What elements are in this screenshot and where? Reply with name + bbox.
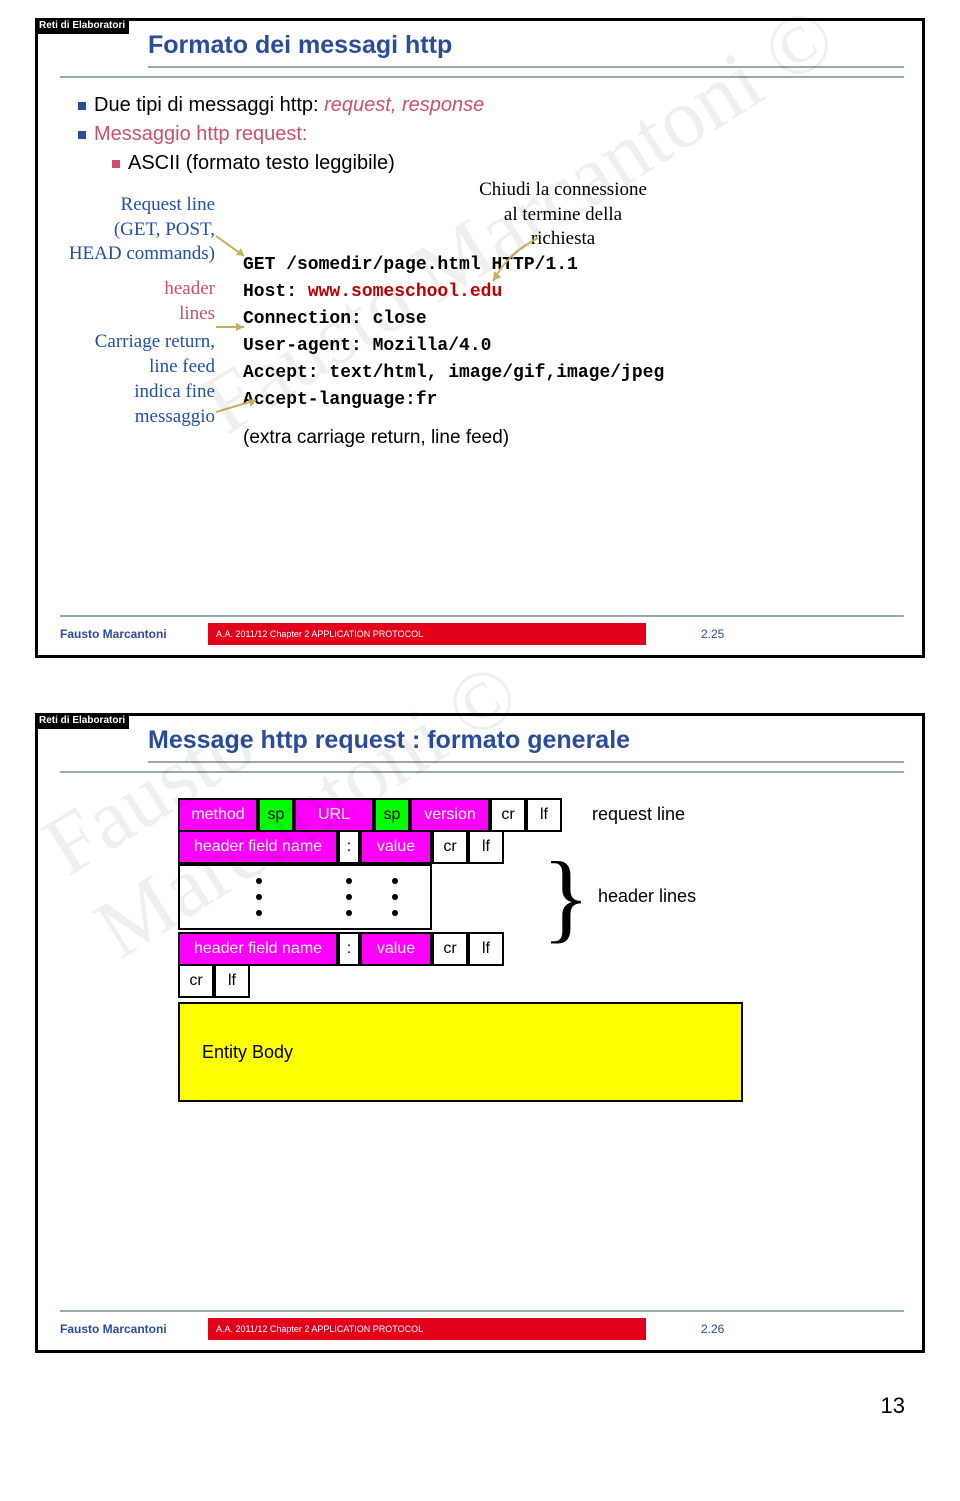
slide-footer: Fausto Marcantoni A.A. 2011/12 Chapter 2…: [38, 1310, 922, 1340]
sub-bullet-icon: [112, 160, 120, 168]
slide-2: Reti di Elaboratori Message http request…: [35, 713, 925, 1353]
anno-request-line: Request line (GET, POST, HEAD commands): [20, 193, 215, 267]
crlf-row: cr lf: [178, 964, 922, 998]
arrow-icon: [216, 318, 251, 336]
page-number: 2.25: [701, 627, 724, 641]
bullet-icon: [78, 131, 86, 139]
anno-header-lines: header lines: [20, 277, 215, 326]
left-annotations: Request line (GET, POST, HEAD commands) …: [20, 193, 215, 429]
dots-row: } header lines: [178, 862, 922, 932]
arrow-icon: [488, 233, 548, 288]
footer-bar: A.A. 2011/12 Chapter 2 APPLICATION PROTO…: [208, 1318, 646, 1340]
bullet-3: ASCII (formato testo leggibile): [78, 152, 902, 175]
footer-bar: A.A. 2011/12 Chapter 2 APPLICATION PROTO…: [208, 623, 646, 645]
slide-1: Reti di Elaboratori Formato dei messagi …: [35, 18, 925, 658]
http-format-diagram: method sp URL sp version cr lf request l…: [38, 773, 922, 1102]
doc-page-number: 13: [0, 1353, 960, 1439]
slide-content: Due tipi di messaggi http: request, resp…: [38, 78, 922, 175]
callout-close-conn: Chiudi la connessione al termine della r…: [383, 178, 743, 252]
label-request-line: request line: [592, 798, 685, 832]
entity-body-row: Entity Body: [178, 1002, 922, 1102]
http-message-block: Chiudi la connessione al termine della r…: [243, 178, 883, 453]
title-rule: [148, 66, 904, 68]
course-badge: Reti di Elaboratori: [35, 713, 129, 729]
footer-rule: [60, 1310, 904, 1312]
label-header-lines: header lines: [598, 887, 696, 907]
bullet-icon: [78, 102, 86, 110]
footer-author: Fausto Marcantoni: [60, 1322, 208, 1336]
arrow-icon: [216, 228, 251, 263]
http-raw: GET /somedir/page.html HTTP/1.1 Host: ww…: [243, 252, 883, 453]
brace-icon: }: [542, 862, 590, 932]
bullet-1: Due tipi di messaggi http: request, resp…: [78, 94, 902, 117]
request-line-row: method sp URL sp version cr lf request l…: [178, 798, 922, 832]
slide-footer: Fausto Marcantoni A.A. 2011/12 Chapter 2…: [38, 615, 922, 645]
anno-carriage-return: Carriage return, line feed indica fine m…: [20, 330, 215, 429]
page-number: 2.26: [701, 1322, 724, 1336]
slide-title: Formato dei messagi http: [38, 21, 922, 66]
footer-rule: [60, 615, 904, 617]
bullet-2: Messaggio http request:: [78, 123, 902, 146]
course-badge: Reti di Elaboratori: [35, 18, 129, 34]
footer-author: Fausto Marcantoni: [60, 627, 208, 641]
title-rule: [148, 761, 904, 763]
slide-title: Message http request : formato generale: [38, 716, 922, 761]
arrow-icon: [216, 396, 264, 418]
